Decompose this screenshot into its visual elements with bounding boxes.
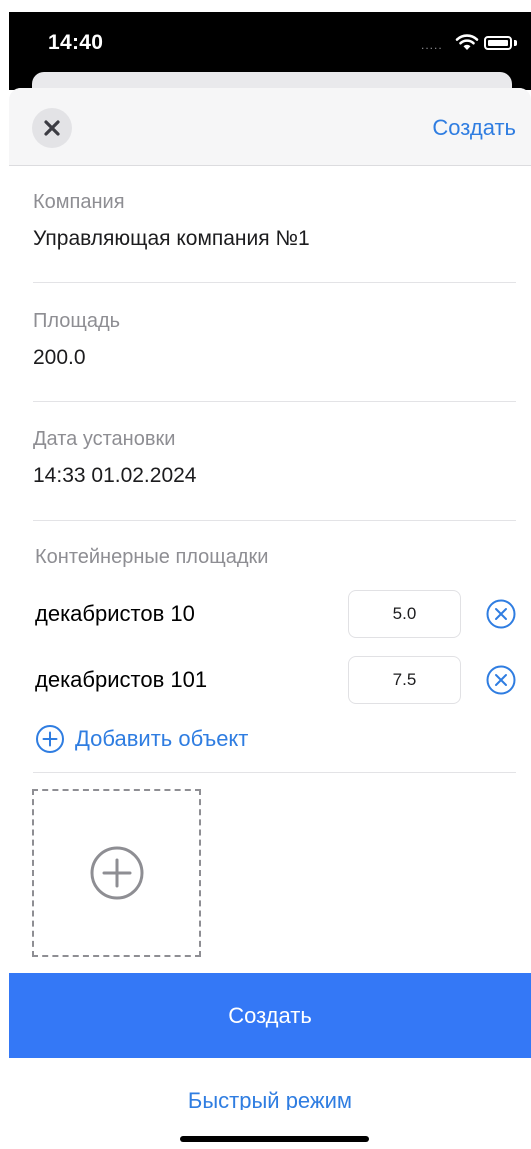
install-date-field[interactable]: Дата установки 14:33 01.02.2024 (33, 428, 517, 488)
remove-circle-icon[interactable] (485, 598, 517, 630)
divider (33, 772, 516, 773)
divider (33, 282, 516, 283)
area-label: Площадь (33, 310, 121, 332)
company-label: Компания (33, 191, 125, 213)
install-date-value: 14:33 01.02.2024 (33, 464, 197, 487)
wifi-icon (455, 34, 479, 50)
battery-cap (514, 40, 517, 46)
add-object-label: Добавить объект (75, 726, 249, 751)
remove-circle-icon[interactable] (485, 664, 517, 696)
area-value: 200.0 (33, 346, 86, 369)
battery-icon (484, 36, 512, 50)
list-item: декабристов 101 (9, 656, 531, 704)
close-button[interactable] (32, 108, 72, 148)
nav-create-button[interactable]: Создать (432, 115, 516, 141)
create-sheet: Создать Компания Управляющая компания №1… (9, 88, 531, 1149)
container-site-name: декабристов 101 (35, 667, 208, 692)
close-icon (44, 120, 60, 136)
divider (33, 520, 516, 521)
quick-mode-button[interactable]: Быстрый режим (9, 1088, 531, 1110)
divider (33, 401, 516, 402)
add-circle-icon (36, 725, 64, 753)
container-sites-title: Контейнерные площадки (35, 546, 269, 568)
create-button[interactable]: Создать (9, 973, 531, 1058)
home-indicator (180, 1136, 369, 1142)
list-item: декабристов 10 (9, 590, 531, 638)
add-photo-icon (90, 846, 143, 900)
add-object-button[interactable]: Добавить объект (35, 724, 248, 754)
status-time: 14:40 (48, 31, 104, 54)
company-value: Управляющая компания №1 (33, 227, 310, 250)
container-site-volume-input[interactable] (348, 656, 461, 704)
install-date-label: Дата установки (33, 428, 176, 450)
company-field[interactable]: Компания Управляющая компания №1 (33, 191, 517, 251)
area-field[interactable]: Площадь 200.0 (33, 310, 517, 370)
container-site-volume-input[interactable] (348, 590, 461, 638)
sheet-nav-bar: Создать (9, 88, 531, 166)
container-site-name: декабристов 10 (35, 601, 195, 626)
add-photo-button[interactable] (32, 789, 201, 957)
signal-icon: ..... (421, 38, 443, 52)
